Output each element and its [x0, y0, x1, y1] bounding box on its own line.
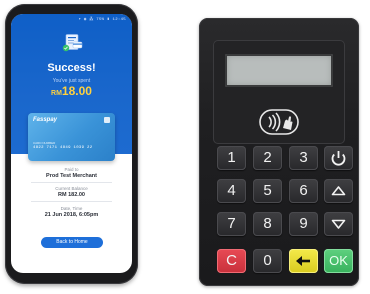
divider — [31, 182, 112, 183]
key-9[interactable]: 9 — [289, 212, 318, 236]
payment-card: Fasspay CARD NUMBER 4822 7171 4849 1039 … — [28, 113, 115, 161]
phone-screen: ▾ ◉ ⁂ 75% ▮ 12:45 Success! You've just s… — [11, 14, 132, 273]
ok-key[interactable]: OK — [324, 249, 353, 273]
datetime-label: Date, Time — [60, 206, 83, 211]
key-1[interactable]: 1 — [217, 146, 246, 170]
up-key[interactable] — [324, 179, 353, 203]
balance-value: RM 182.00 — [58, 192, 85, 198]
contactless-icon — [259, 109, 299, 135]
amount-display: RM18.00 — [11, 84, 132, 98]
status-bar: ▾ ◉ ⁂ 75% ▮ 12:45 — [78, 18, 126, 22]
lcd-display — [225, 54, 333, 87]
cancel-key[interactable]: C — [217, 249, 246, 273]
success-title: Success! — [47, 62, 96, 74]
smartphone: ▾ ◉ ⁂ 75% ▮ 12:45 Success! You've just s… — [5, 4, 138, 284]
key-0[interactable]: 0 — [253, 249, 282, 273]
divider — [31, 201, 112, 202]
card-brand: Fasspay — [33, 117, 58, 123]
key-3[interactable]: 3 — [289, 146, 318, 170]
left-arrow-icon — [296, 256, 310, 266]
display-bezel — [213, 40, 345, 144]
key-6[interactable]: 6 — [289, 179, 318, 203]
key-5[interactable]: 5 — [253, 179, 282, 203]
card-logo-icon — [104, 117, 110, 123]
card-reader: 1 2 3 4 5 6 7 8 9 C 0 OK — [199, 18, 359, 286]
amount-value: 18.00 — [61, 84, 92, 98]
key-4[interactable]: 4 — [217, 179, 246, 203]
card-caption: CARD NUMBER — [33, 141, 56, 145]
card-number: 4822 7171 4849 1039 22 — [33, 146, 93, 150]
down-key[interactable] — [324, 212, 353, 236]
back-to-home-button[interactable]: Back to Home — [41, 237, 103, 248]
down-arrow-icon — [331, 219, 346, 229]
key-8[interactable]: 8 — [253, 212, 282, 236]
receipt-icon — [62, 34, 83, 52]
paid-to-value: Prod Test Merchant — [46, 173, 97, 179]
amount-currency: RM — [51, 90, 62, 97]
power-key[interactable] — [324, 146, 353, 170]
key-2[interactable]: 2 — [253, 146, 282, 170]
datetime-value: 21 Jun 2018, 6:05pm — [44, 212, 99, 218]
clear-key[interactable] — [289, 249, 318, 273]
paid-to-label: Paid to — [64, 167, 79, 172]
power-icon — [331, 151, 346, 166]
key-7[interactable]: 7 — [217, 212, 246, 236]
up-arrow-icon — [331, 186, 346, 196]
balance-label: Current Balance — [55, 186, 88, 191]
